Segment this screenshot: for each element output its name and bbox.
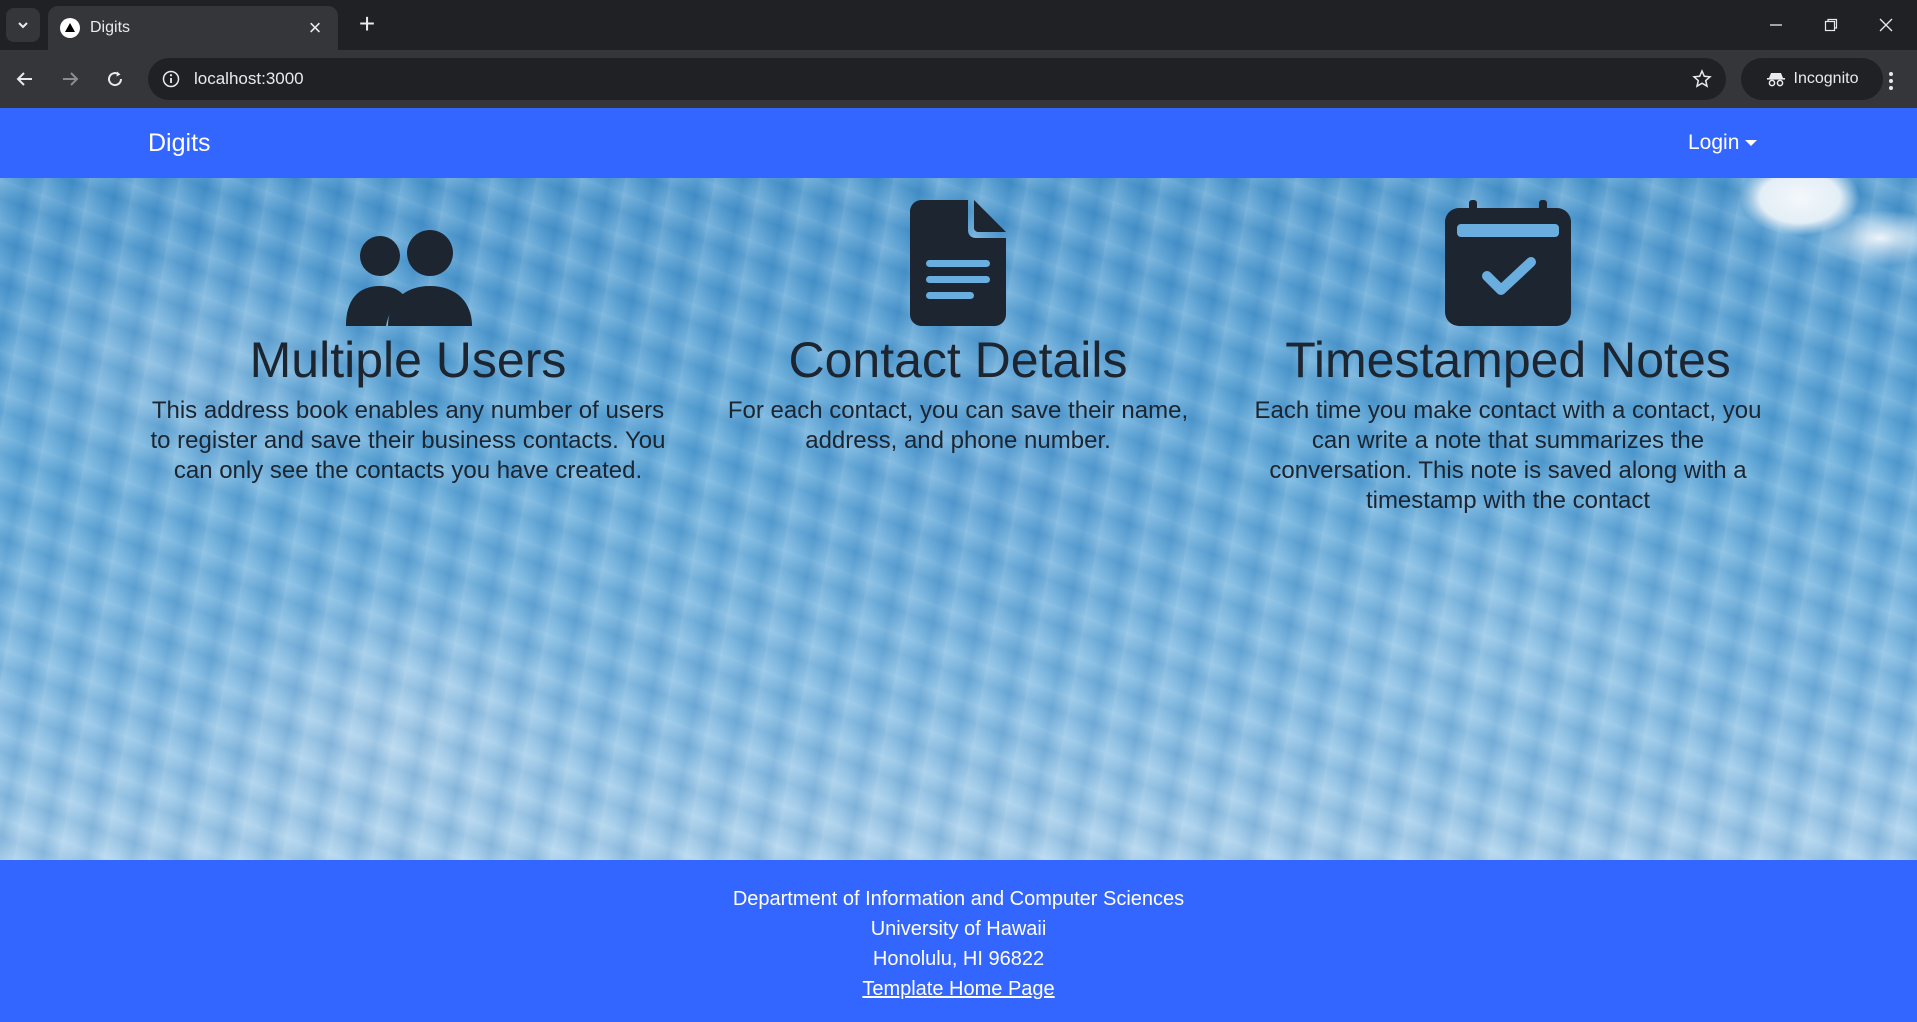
tab-title: Digits bbox=[90, 19, 131, 36]
minimize-icon[interactable] bbox=[1756, 10, 1796, 40]
file-text-icon bbox=[910, 198, 1006, 326]
address-bar[interactable]: localhost:3000 bbox=[148, 58, 1726, 100]
login-dropdown[interactable]: Login bbox=[1688, 131, 1758, 155]
favicon-icon bbox=[60, 18, 80, 38]
new-tab-button[interactable]: + bbox=[352, 10, 382, 40]
browser-menu-button[interactable] bbox=[1876, 66, 1906, 96]
footer-address: Honolulu, HI 96822 bbox=[872, 948, 1045, 970]
incognito-label: Incognito bbox=[1793, 70, 1859, 87]
web-page: Digits Login Multiple Users This address… bbox=[0, 108, 1917, 1022]
template-home-link[interactable]: Template Home Page bbox=[862, 978, 1054, 1000]
arrow-left-icon bbox=[16, 72, 32, 86]
more-vert-icon bbox=[1889, 72, 1893, 90]
site-info-icon[interactable] bbox=[162, 70, 180, 88]
feature-multiple-users: Multiple Users This address book enables… bbox=[148, 198, 668, 486]
browser-tabstrip: Digits × + bbox=[0, 0, 1917, 50]
back-button[interactable] bbox=[8, 62, 42, 96]
tab-search-button[interactable] bbox=[6, 8, 40, 42]
footer-university: University of Hawaii bbox=[870, 918, 1047, 940]
close-tab-icon[interactable]: × bbox=[304, 17, 326, 39]
url-text: localhost:3000 bbox=[194, 69, 304, 88]
feature-title: Contact Details bbox=[788, 332, 1128, 388]
close-window-icon[interactable] bbox=[1866, 10, 1906, 40]
feature-timestamped-notes: Timestamped Notes Each time you make con… bbox=[1248, 198, 1768, 516]
chevron-down-icon bbox=[18, 22, 28, 29]
footer-department: Department of Information and Computer S… bbox=[732, 888, 1185, 910]
feature-text: For each contact, you can save their nam… bbox=[727, 397, 1189, 454]
forward-button[interactable] bbox=[53, 62, 87, 96]
incognito-icon bbox=[1766, 73, 1785, 87]
arrow-right-icon bbox=[63, 72, 79, 86]
caret-down-icon bbox=[1745, 140, 1758, 146]
restore-icon[interactable] bbox=[1811, 10, 1851, 40]
feature-text: Each time you make contact with a contac… bbox=[1254, 397, 1762, 514]
reload-button[interactable] bbox=[98, 62, 132, 96]
incognito-badge[interactable]: Incognito bbox=[1741, 58, 1883, 100]
feature-title: Multiple Users bbox=[249, 332, 567, 388]
navbar-brand[interactable]: Digits bbox=[148, 129, 211, 158]
calendar-check-icon bbox=[1445, 198, 1571, 326]
reload-icon bbox=[108, 71, 123, 87]
site-navbar: Digits Login bbox=[0, 108, 1917, 178]
users-icon bbox=[344, 198, 472, 326]
feature-text: This address book enables any number of … bbox=[150, 397, 666, 484]
browser-toolbar: localhost:3000 Incognito bbox=[0, 50, 1917, 108]
feature-title: Timestamped Notes bbox=[1285, 332, 1731, 388]
feature-contact-details: Contact Details For each contact, you ca… bbox=[698, 198, 1218, 456]
site-footer: Department of Information and Computer S… bbox=[0, 860, 1917, 1022]
hero-section: Multiple Users This address book enables… bbox=[0, 178, 1917, 860]
login-label: Login bbox=[1688, 131, 1740, 154]
star-icon[interactable] bbox=[1692, 69, 1712, 89]
browser-tab[interactable]: Digits × bbox=[48, 6, 338, 50]
